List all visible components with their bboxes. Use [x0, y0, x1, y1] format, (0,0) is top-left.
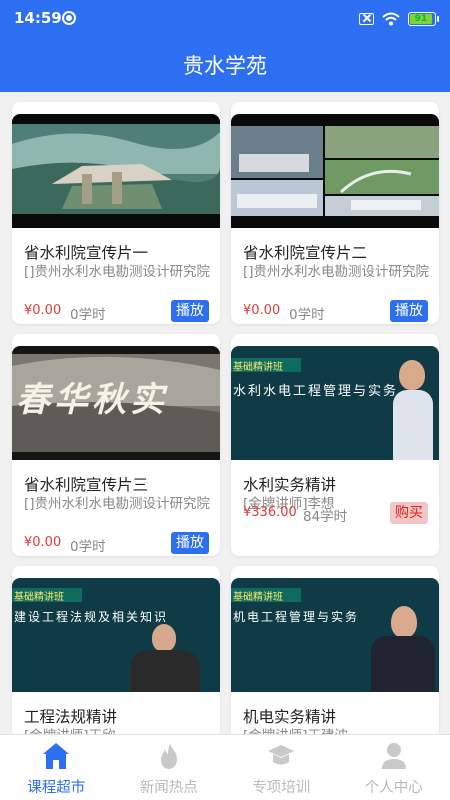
thumbnail-caption: 建设工程法规及相关知识	[14, 610, 169, 624]
course-card[interactable]: 基础精讲班 水利水电工程管理与实务 水利实务精讲 [金牌讲师]李想 ¥336.0…	[231, 334, 439, 556]
thumbnail-caption: 水利水电工程管理与实务	[233, 384, 399, 399]
presenter-figure	[393, 360, 433, 460]
play-button[interactable]: 播放	[171, 532, 209, 554]
nav-item-news[interactable]: 新闻热点	[113, 735, 226, 800]
nav-label: 课程超市	[27, 780, 86, 796]
bottom-nav: 课程超市 新闻热点 专项培训 个人中心	[0, 734, 450, 800]
course-card[interactable]: 基础精讲班 建设工程法规及相关知识 工程法规精讲 [金牌讲师]王欣	[12, 566, 220, 734]
thumbnail-caption: 春华秋实	[16, 380, 168, 420]
course-card[interactable]: 基础精讲班 机电工程管理与实务 机电实务精讲 [金牌讲师]王建波	[231, 566, 439, 734]
thumbnail-tag: 基础精讲班	[14, 592, 64, 603]
course-price: ¥0.00	[24, 535, 62, 550]
course-org: []贵州水利水电勘测设计研究院	[24, 264, 211, 280]
course-title: 工程法规精讲	[24, 708, 118, 726]
course-card[interactable]: 春华秋实 省水利院宣传片三 []贵州水利水电勘测设计研究院 ¥0.00 0学时 …	[12, 334, 220, 556]
course-hours: 0学时	[70, 307, 106, 323]
wifi-icon	[382, 12, 400, 26]
nav-item-training[interactable]: 专项培训	[225, 735, 338, 800]
presenter-figure	[130, 624, 200, 692]
course-price: ¥0.00	[24, 303, 62, 318]
play-button[interactable]: 播放	[390, 300, 428, 322]
course-price: ¥0.00	[243, 303, 281, 318]
battery-icon: 91	[408, 12, 439, 26]
graduation-cap-icon	[268, 745, 295, 765]
battery-level: 91	[414, 14, 428, 24]
course-thumbnail[interactable]: 春华秋实	[12, 346, 220, 460]
course-hours: 84学时	[303, 509, 348, 525]
course-hours: 0学时	[70, 539, 106, 555]
course-title: 省水利院宣传片一	[24, 244, 149, 262]
course-card[interactable]: 省水利院宣传片二 []贵州水利水电勘测设计研究院 ¥0.00 0学时 播放	[231, 102, 439, 324]
no-sim-icon	[359, 13, 374, 25]
course-thumbnail[interactable]	[12, 114, 220, 228]
course-org: []贵州水利水电勘测设计研究院	[24, 496, 211, 512]
course-price: ¥336.00	[243, 505, 297, 520]
course-thumbnail[interactable]	[231, 114, 439, 228]
course-title: 水利实务精讲	[243, 476, 337, 494]
course-grid[interactable]: 省水利院宣传片一 []贵州水利水电勘测设计研究院 ¥0.00 0学时 播放 省水…	[0, 92, 450, 734]
fire-icon	[160, 743, 177, 769]
status-icons: 91	[359, 10, 439, 28]
thumbnail-tag: 基础精讲班	[233, 362, 283, 373]
thumbnail-tag: 基础精讲班	[233, 592, 283, 603]
course-thumbnail[interactable]: 基础精讲班 建设工程法规及相关知识	[12, 578, 220, 692]
course-hours: 0学时	[289, 307, 325, 323]
nav-label: 新闻热点	[139, 780, 198, 796]
buy-button[interactable]: 购买	[390, 502, 428, 524]
nav-label: 个人中心	[364, 780, 423, 796]
nav-item-profile[interactable]: 个人中心	[338, 735, 450, 800]
app-header: 贵水学苑	[0, 38, 450, 92]
course-org: [金牌讲师]王欣	[24, 726, 214, 734]
thumbnail-caption: 机电工程管理与实务	[233, 610, 360, 624]
course-title: 省水利院宣传片三	[24, 476, 149, 494]
course-card[interactable]: 省水利院宣传片一 []贵州水利水电勘测设计研究院 ¥0.00 0学时 播放	[12, 102, 220, 324]
course-title: 机电实务精讲	[243, 708, 337, 726]
person-icon	[381, 743, 406, 769]
status-time: 14:59	[14, 9, 62, 27]
nav-label: 专项培训	[252, 780, 311, 796]
play-button[interactable]: 播放	[171, 300, 209, 322]
presenter-figure	[371, 606, 435, 692]
course-title: 省水利院宣传片二	[243, 244, 368, 262]
status-bar: 14:59 91	[0, 0, 450, 38]
home-icon	[43, 743, 70, 769]
course-org: [金牌讲师]王建波	[243, 726, 433, 734]
nav-item-course-market[interactable]: 课程超市	[0, 735, 113, 800]
course-org: []贵州水利水电勘测设计研究院	[243, 264, 430, 280]
page-title: 贵水学苑	[183, 54, 267, 78]
course-thumbnail[interactable]: 基础精讲班 水利水电工程管理与实务	[231, 346, 439, 460]
app-notification-icon	[62, 11, 76, 25]
course-thumbnail[interactable]: 基础精讲班 机电工程管理与实务	[231, 578, 439, 692]
